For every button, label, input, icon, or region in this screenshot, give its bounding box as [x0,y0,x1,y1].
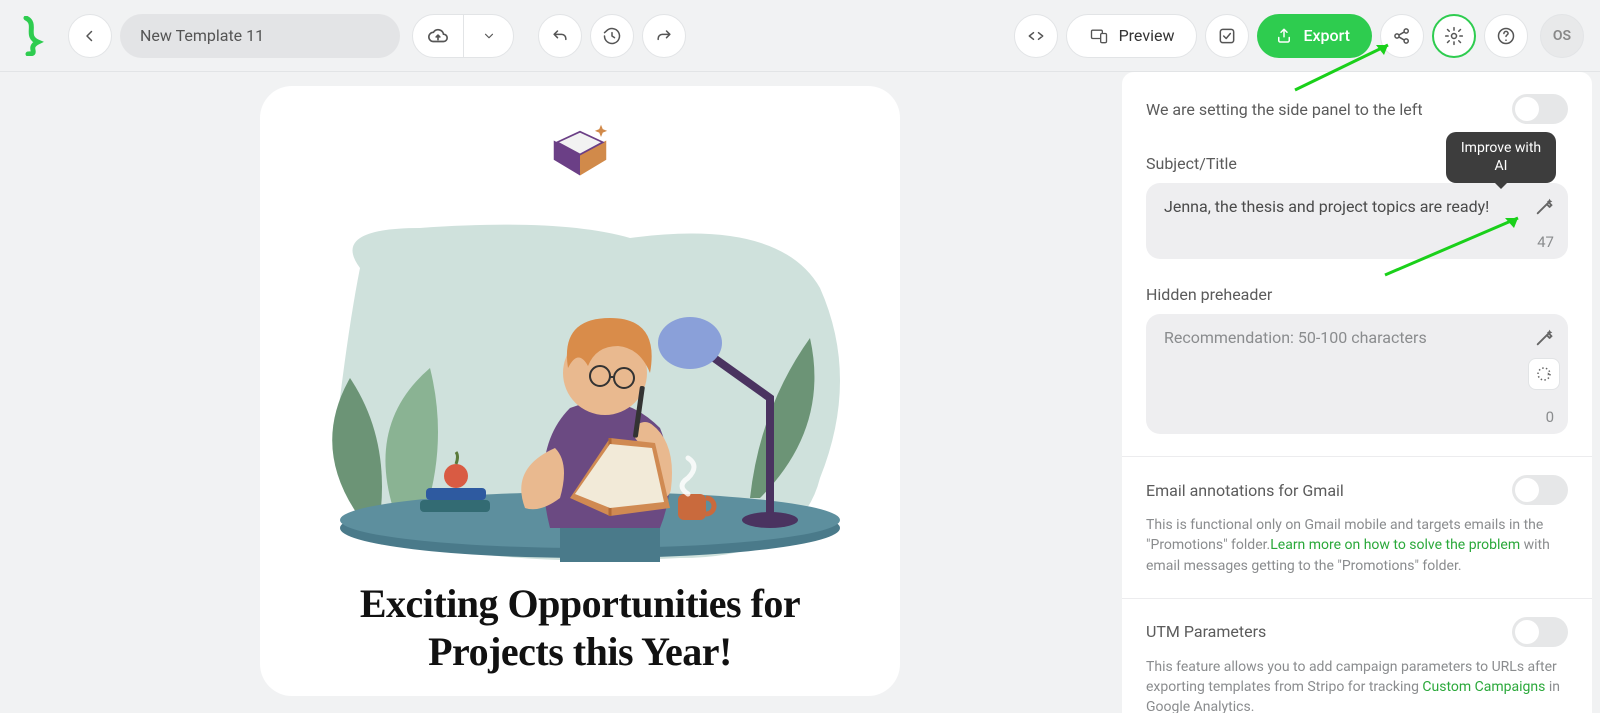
undo-button[interactable] [538,14,582,58]
avatar-initials-text: OS [1553,28,1571,44]
hero-illustration [300,198,860,562]
utm-label: UTM Parameters [1146,622,1266,641]
preview-label: Preview [1119,26,1175,45]
gmail-annotations-label: Email annotations for Gmail [1146,481,1344,500]
utm-help-link[interactable]: Custom Campaigns [1422,679,1545,695]
history-button[interactable] [590,14,634,58]
devices-icon [1089,26,1109,46]
export-label: Export [1303,26,1350,45]
gmail-annotations-row: Email annotations for Gmail [1146,475,1568,505]
divider [1122,598,1592,599]
subject-ai-button[interactable] [1534,195,1556,217]
divider [1122,456,1592,457]
utm-row: UTM Parameters [1146,617,1568,647]
save-group [412,14,514,58]
panel-pointer [1376,72,1404,86]
settings-button[interactable] [1432,14,1476,58]
export-icon [1275,27,1293,45]
preheader-count: 0 [1546,408,1554,426]
code-view-button[interactable] [1014,14,1058,58]
canvas-brand-logo [535,116,625,186]
back-button[interactable] [68,14,112,58]
export-button[interactable]: Export [1257,14,1372,58]
template-name-text: New Template 11 [140,26,264,45]
app-logo [16,16,48,56]
redo-button[interactable] [642,14,686,58]
wand-icon [1534,195,1556,217]
utm-toggle[interactable] [1512,617,1568,647]
subject-count: 47 [1537,233,1554,251]
save-dropdown-button[interactable] [463,15,513,57]
preheader-input-card: Recommendation: 50-100 characters 0 [1146,314,1568,434]
top-toolbar: New Template 11 Preview Export [0,0,1600,72]
preheader-input[interactable]: Recommendation: 50-100 characters [1164,328,1520,347]
spinner-icon [1535,365,1553,383]
subject-input[interactable]: Jenna, the thesis and project topics are… [1164,197,1520,216]
subject-input-card: Jenna, the thesis and project topics are… [1146,183,1568,259]
preheader-loading-indicator[interactable] [1528,358,1560,390]
ai-tooltip-text: Improve with AI [1461,140,1541,174]
gmail-annotations-help: This is functional only on Gmail mobile … [1146,515,1568,576]
share-button[interactable] [1380,14,1424,58]
side-panel-left-row: We are setting the side panel to the lef… [1146,94,1568,124]
gear-icon [1444,26,1464,46]
cloud-save-button[interactable] [413,15,463,57]
ai-tooltip: Improve with AI [1446,132,1556,183]
preview-button[interactable]: Preview [1066,14,1198,58]
side-panel-left-toggle[interactable] [1512,94,1568,124]
side-panel-left-label: We are setting the side panel to the lef… [1146,100,1423,119]
template-name-input[interactable]: New Template 11 [120,14,400,58]
canvas-heading: Exciting Opportunities for Projects this… [300,580,860,676]
utm-help: This feature allows you to add campaign … [1146,657,1568,713]
email-canvas[interactable]: Exciting Opportunities for Projects this… [260,86,900,696]
gmail-help-link[interactable]: Learn more on how to solve the problem [1270,537,1520,553]
preheader-ai-button[interactable] [1534,326,1556,348]
user-avatar[interactable]: OS [1540,14,1584,58]
checklist-button[interactable] [1205,14,1249,58]
preheader-label: Hidden preheader [1146,285,1568,304]
help-button[interactable] [1484,14,1528,58]
gmail-annotations-toggle[interactable] [1512,475,1568,505]
wand-icon [1534,326,1556,348]
